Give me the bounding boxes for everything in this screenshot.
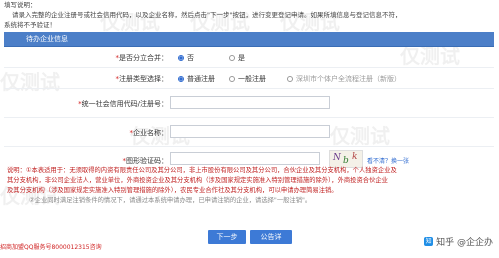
captcha-label: 图形验证码： [126, 157, 168, 165]
captcha-input[interactable] [170, 152, 320, 165]
instructions-text: 系统将不予验证！ [4, 21, 56, 29]
brand-badge: 知 知乎 @企企办 [424, 235, 493, 248]
branch-label: 是否分立合并： [119, 54, 168, 62]
notice-line: 及其分支机构（涉及国家规定实施准入特别管理措施的除外），农民专业合作社及其分支机… [7, 187, 338, 194]
radio-unchecked-icon [229, 55, 235, 61]
radio-reg-general[interactable]: 一般注册 [229, 74, 266, 84]
instructions: 填写说明： 请录入完整的企业注册号或社会信用代码，以及企业名称，然后点击"下一步… [4, 0, 496, 30]
radio-label: 是 [238, 54, 245, 62]
captcha-char: k [352, 152, 359, 162]
notice-line: 其分支机构，非公司企业法人，营业单位，外商投资企业及其分支机构（涉及国家规定实施… [7, 177, 388, 184]
notice-text: 说明：①本表适用于：无须取得的内资有限责任公司及其分公司，非上市股份有限公司及其… [4, 166, 494, 206]
instructions-title: 填写说明： [4, 1, 37, 9]
credit-code-label: 统一社会信用代码/注册号： [81, 100, 168, 108]
zhihu-logo-icon: 知 [424, 237, 434, 246]
notice-line: 说明：①本表适用于：无须取得的内资有限责任公司及其分公司，非上市股份有限公司及其… [7, 167, 397, 174]
radio-label: 普通注册 [187, 75, 215, 83]
notice-line: ②企业同时满足注销条件的情况下，请通过本系统申请办理，已申请注销的企业，请选择"… [29, 197, 312, 204]
radio-label: 否 [187, 54, 194, 62]
form-row-branch: *是否分立合并： 否 是 [4, 47, 494, 68]
company-name-label: 企业名称： [133, 129, 168, 137]
announcement-detail-button[interactable]: 公告详情 [250, 230, 292, 255]
radio-reg-shenzhen[interactable]: 深圳市个体户全流程注册（新版） [287, 74, 401, 84]
next-button[interactable]: 下一步 [208, 230, 246, 244]
brand-text: 知乎 @企企办 [436, 238, 493, 248]
radio-unchecked-icon [229, 76, 235, 82]
radio-label: 一般注册 [238, 75, 266, 83]
form-row-credit-code: *统一社会信用代码/注册号： [4, 89, 494, 118]
section-title: 待办企业信息 [26, 35, 68, 43]
instructions-text: 请录入完整的企业注册号或社会信用代码，以及企业名称，然后点击"下一步"按钮，进行… [12, 11, 402, 19]
radio-checked-icon [178, 55, 184, 61]
company-form: *是否分立合并： 否 是 *注册类型选择： 普通注册 一般注册 深圳市个体户全流… [4, 47, 494, 171]
footer-link[interactable]: 招商加盟QQ服务号8000012315咨询 [0, 242, 102, 251]
captcha-refresh-link[interactable]: 看不清？换一张 [367, 156, 409, 165]
company-name-input[interactable] [170, 125, 330, 138]
radio-label: 深圳市个体户全流程注册（新版） [296, 75, 401, 83]
credit-code-input[interactable] [170, 96, 330, 109]
radio-branch-no[interactable]: 否 [178, 53, 194, 63]
section-header: 待办企业信息 [4, 32, 494, 47]
captcha-char: b [343, 156, 350, 166]
radio-reg-normal[interactable]: 普通注册 [178, 74, 215, 84]
radio-branch-yes[interactable]: 是 [229, 53, 245, 63]
reg-type-label: 注册类型选择： [119, 75, 168, 83]
form-row-company-name: *企业名称： [4, 118, 494, 147]
captcha-char: N [333, 153, 342, 163]
form-row-reg-type: *注册类型选择： 普通注册 一般注册 深圳市个体户全流程注册（新版） [4, 68, 494, 89]
radio-checked-icon [178, 76, 184, 82]
radio-unchecked-icon [287, 76, 293, 82]
